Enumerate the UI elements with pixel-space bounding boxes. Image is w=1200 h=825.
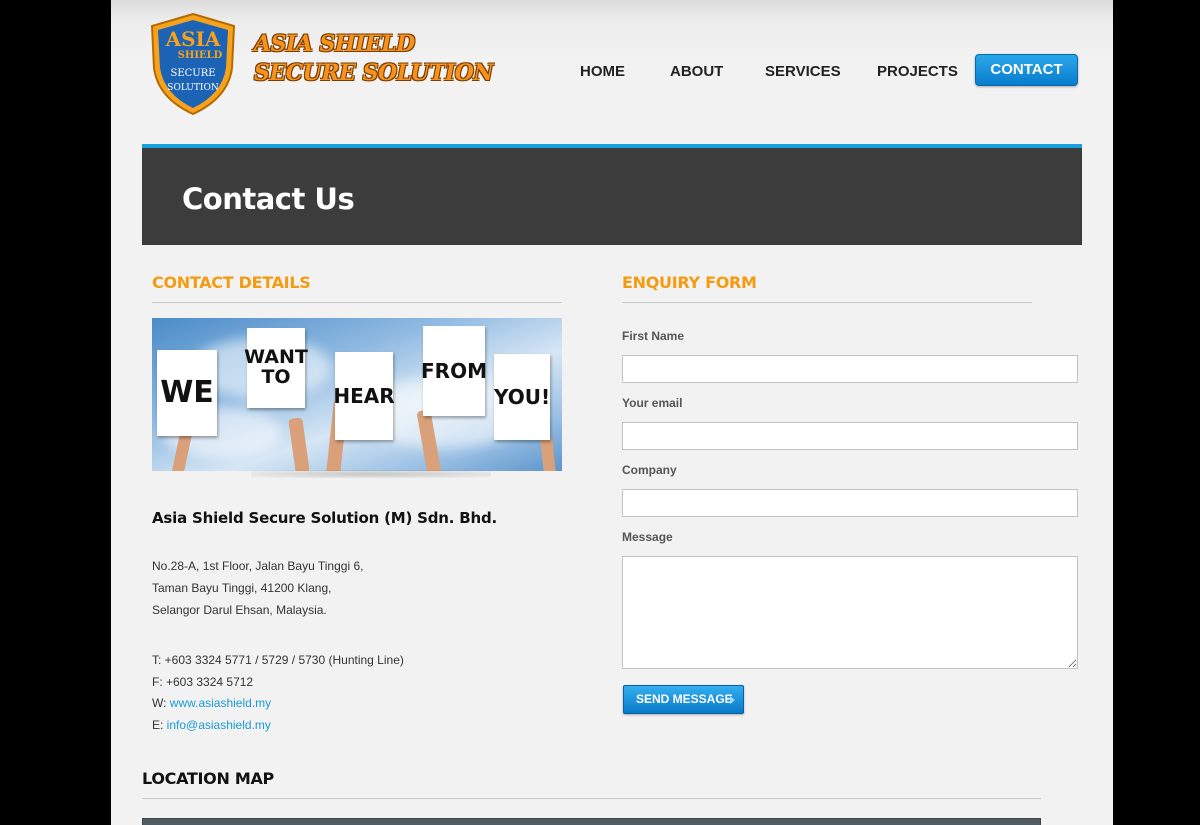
image-shadow [251, 470, 491, 478]
contact-hero-image: WE WANT TO HEAR FROM YOU! [152, 318, 562, 471]
message-label: Message [622, 530, 673, 544]
nav-home[interactable]: HOME [580, 63, 625, 80]
badge-text-3: SECURE [170, 68, 215, 79]
badge-text-4: SOLUTION [167, 83, 219, 93]
send-message-button[interactable]: SEND MESSAGE [623, 685, 744, 714]
page: ASIA SHIELD SECURE SOLUTION ASIA SHIELD … [111, 0, 1113, 825]
sign-we: WE [157, 350, 217, 436]
logo-line-1: ASIA SHIELD [254, 31, 415, 57]
web-row: W: www.asiashield.my [152, 693, 404, 715]
sign-want-to: WANT TO [244, 328, 308, 408]
logo-line-2: SECURE SOLUTION [254, 60, 494, 86]
sign-hear: HEAR [333, 352, 395, 440]
page-title: Contact Us [182, 182, 355, 216]
company-label: Company [622, 463, 677, 477]
fax: F: +603 3324 5712 [152, 674, 254, 689]
enquiry-form-heading: ENQUIRY FORM [622, 273, 757, 292]
message-textarea[interactable] [622, 556, 1078, 669]
phone: T: +603 3324 5771 / 5729 / 5730 (Hunting… [152, 653, 404, 667]
email-prefix: E: [152, 717, 167, 732]
contact-details-heading: CONTACT DETAILS [152, 273, 311, 292]
email-label: Your email [622, 396, 683, 410]
email-link[interactable]: info@asiashield.my [167, 718, 271, 732]
company-input[interactable] [622, 489, 1078, 517]
nav-services[interactable]: SERVICES [765, 63, 841, 80]
first-name-input[interactable] [622, 355, 1078, 383]
divider [152, 302, 562, 303]
send-message-label: SEND MESSAGE [636, 692, 733, 706]
page-banner: Contact Us [142, 144, 1082, 245]
arrow-right-icon [730, 696, 735, 704]
sign-from: FROM [421, 326, 487, 416]
email-row: E: info@asiashield.my [152, 715, 404, 737]
nav-projects[interactable]: PROJECTS [877, 63, 958, 80]
address-line-3: Selangor Darul Ehsan, Malaysia. [152, 603, 327, 617]
first-name-label: First Name [622, 329, 685, 343]
website-link[interactable]: www.asiashield.my [170, 696, 271, 710]
badge-text-2: SHIELD [178, 50, 223, 61]
email-input[interactable] [622, 422, 1078, 450]
web-prefix: W: [152, 696, 170, 710]
sign-you: YOU! [494, 354, 550, 440]
divider [142, 798, 1041, 799]
address-line-1: No.28-A, 1st Floor, Jalan Bayu Tinggi 6, [152, 559, 364, 573]
nav-about[interactable]: ABOUT [670, 63, 723, 80]
logo-badge-icon[interactable]: ASIA SHIELD SECURE SOLUTION [148, 12, 238, 116]
location-map-heading: LOCATION MAP [142, 769, 274, 788]
contact-lines: T: +603 3324 5771 / 5729 / 5730 (Hunting… [152, 650, 404, 736]
company-name: Asia Shield Secure Solution (M) Sdn. Bhd… [152, 509, 498, 527]
location-map[interactable] [142, 818, 1041, 825]
badge-text-1: ASIA [165, 27, 221, 51]
address: No.28-A, 1st Floor, Jalan Bayu Tinggi 6,… [152, 555, 363, 621]
nav-contact[interactable]: CONTACT [975, 54, 1078, 86]
divider [622, 302, 1032, 303]
logo-wordmark[interactable]: ASIA SHIELD SECURE SOLUTION [254, 30, 494, 88]
address-line-2: Taman Bayu Tinggi, 41200 Klang, [152, 581, 332, 595]
